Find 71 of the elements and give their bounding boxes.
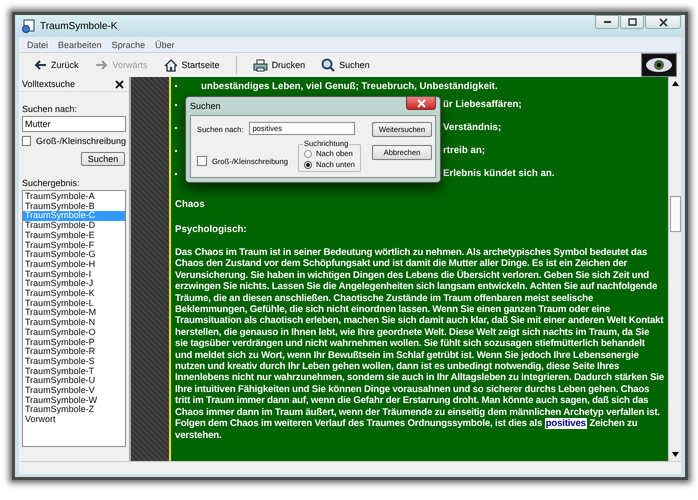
result-item[interactable]: TraumSymbole-U <box>23 376 125 386</box>
toolbar-button[interactable]: Zurück <box>27 57 85 73</box>
result-item[interactable]: TraumSymbole-M <box>23 308 125 318</box>
menu-item[interactable]: Bearbeiten <box>58 40 102 50</box>
radio-button[interactable] <box>304 160 312 168</box>
bullet-text: Erlebnis kündet sich an. <box>443 168 554 179</box>
bullet-text: rtreib an; <box>443 145 485 156</box>
result-item[interactable]: TraumSymbole-V <box>23 386 125 396</box>
minimize-icon <box>604 21 610 23</box>
arrow-left-icon <box>33 59 47 71</box>
dialog-title: Suchen <box>190 101 221 111</box>
close-icon[interactable] <box>115 80 124 88</box>
scrollbar[interactable] <box>668 77 681 461</box>
maximize-icon <box>628 18 636 26</box>
menu-item[interactable]: Sprache <box>112 40 146 50</box>
house-icon <box>164 58 178 72</box>
result-item[interactable]: TraumSymbole-L <box>23 298 125 308</box>
scroll-down-icon[interactable] <box>672 452 678 457</box>
result-item[interactable]: TraumSymbole-E <box>23 230 125 241</box>
result-item[interactable]: TraumSymbole-J <box>23 279 125 290</box>
search-label: Suchen nach: <box>22 104 78 114</box>
bullet-text: unbeständiges Leben, viel Genuß; Treuebruch, Unbeständigkeit. <box>201 80 498 92</box>
search-field[interactable]: Mutter <box>22 116 126 132</box>
result-item[interactable]: TraumSymbole-D <box>23 221 125 231</box>
search-icon <box>321 58 336 72</box>
result-item[interactable]: TraumSymbole-S <box>23 356 125 367</box>
scroll-thumb[interactable] <box>670 196 680 232</box>
bullet-text: Verständnis; <box>443 122 502 133</box>
result-item[interactable]: TraumSymbole-P <box>23 338 125 348</box>
printer-icon <box>252 58 268 72</box>
result-item[interactable]: TraumSymbole-F <box>23 240 125 250</box>
radio-button[interactable] <box>304 150 312 158</box>
arrow-right-icon <box>94 59 109 71</box>
menu-item[interactable]: Datei <box>27 40 48 50</box>
result-item[interactable]: TraumSymbole-I <box>23 270 125 280</box>
result-item[interactable]: TraumSymbole-B <box>23 202 125 212</box>
paragraph: Das Chaos im Traum ist in seiner Bedeutung wörtlich zu nehmen. Als archetypisches Symbol bedeutet das Chaos den Zustand vor dem Schöpfungsakt und ist damit die Mutter aller Dinge. Es ist ein Zeichen der Verunsicherung. Sie haben in wichtigen Dingen des Lebens die Übersicht verloren. Geben Sie sich Zeit und erzwingen Sie nichts. Lassen Sie die Angelegenheiten sich langsam entwickeln. Achten Sie auf nachfolgende Träume, die an diesen anschließen. Chaotische Zustände im Traum offenbaren meist seelische Beklemmungen, Gefühle, die sich nicht einordnen lassen. Wenn Sie einen ganzen Traum oder eine Traumsituation als chaotisch erleben, machen Sie sich damit auch klar, daß Sie mit einer anderen Welt Kontakt herstellen, die genauso in Ihnen lebt, wie Ihre geordnete Welt. Diese Welt zeigt sich nachts im Traum, da Sie sie tagsüber verdrängen und nicht wahrnehmen wollen. Sie fühlt sich sozusagen stiefmütterlich behandelt und meldet sich zu Wort, wenn Ihr Bewußtsein im Schlaf getrübt ist. Wenn Sie jedoch Ihre Lebensenergie nutzen und kreativ durch Ihr Leben gehen wollen, dann ist es unbedingt notwendig, diese Seite Ihres Innenlebens nicht nur wahrzunehmen, sondern sie auch in Ihr Alltagsleben zu integrieren. Dadurch stärken Sie Ihre intuitiven Fähigkeiten und Sie können Dinge vorausahnen und so sicherer durchs Leben gehen. Chaos tritt im Traum immer dann auf, wenn die Gefahr der Erstarrung droht. Man könnte auch sagen, daß sich das Chaos immer dann im Traum äußert, wenn der Träumende zu einseitig dem männlichen Archetyp verfallen ist. Folgen dem Chaos im weiteren Verlauf des Traumes Ordnungssymbole, ist dies als positives Zeichen zu verstehen. <box>175 247 664 441</box>
app-icon <box>21 19 35 33</box>
checkbox[interactable] <box>22 136 31 146</box>
result-item[interactable]: Vorwort <box>23 415 125 425</box>
scroll-up-icon[interactable] <box>672 81 678 86</box>
panel-title: Volltextsuche <box>22 79 76 89</box>
checkbox-label: Groß-/Kleinschreibung <box>36 136 126 146</box>
result-item[interactable]: TraumSymbole-G <box>23 250 125 260</box>
toolbar-button[interactable]: Suchen <box>315 56 376 74</box>
bullet-text: ür Liebesaffären; <box>443 99 522 110</box>
result-item[interactable]: TraumSymbole-R <box>23 347 125 357</box>
result-item[interactable]: TraumSymbole-W <box>23 396 125 406</box>
result-item[interactable]: TraumSymbole-T <box>23 366 125 376</box>
search-button[interactable]: Suchen <box>81 152 125 166</box>
result-item[interactable]: TraumSymbole-H <box>23 260 125 270</box>
close-icon <box>416 98 426 108</box>
menu-item[interactable]: Über <box>155 40 175 50</box>
subheading: Psychologisch: <box>175 224 248 235</box>
checkbox[interactable] <box>197 156 207 166</box>
result-item[interactable]: TraumSymbole-A <box>23 192 125 202</box>
maximize-button[interactable] <box>620 15 644 29</box>
toolbar-button[interactable]: Drucken <box>246 56 312 74</box>
heading: Chaos <box>175 199 206 210</box>
close-button[interactable] <box>645 15 681 29</box>
minimize-button[interactable] <box>595 15 619 29</box>
close-icon <box>658 18 668 26</box>
results-label: Suchergebnis: <box>22 178 81 188</box>
window-title: TraumSymbole-K <box>40 20 118 32</box>
result-item[interactable]: TraumSymbole-K <box>23 289 125 299</box>
result-item[interactable]: TraumSymbole-Z <box>23 405 125 416</box>
result-item[interactable]: TraumSymbole-O <box>23 328 125 338</box>
toolbar-button[interactable]: Startseite <box>158 56 226 74</box>
close-button[interactable] <box>406 97 436 110</box>
result-item[interactable]: TraumSymbole-N <box>23 318 125 328</box>
eye-logo-icon <box>641 53 677 77</box>
